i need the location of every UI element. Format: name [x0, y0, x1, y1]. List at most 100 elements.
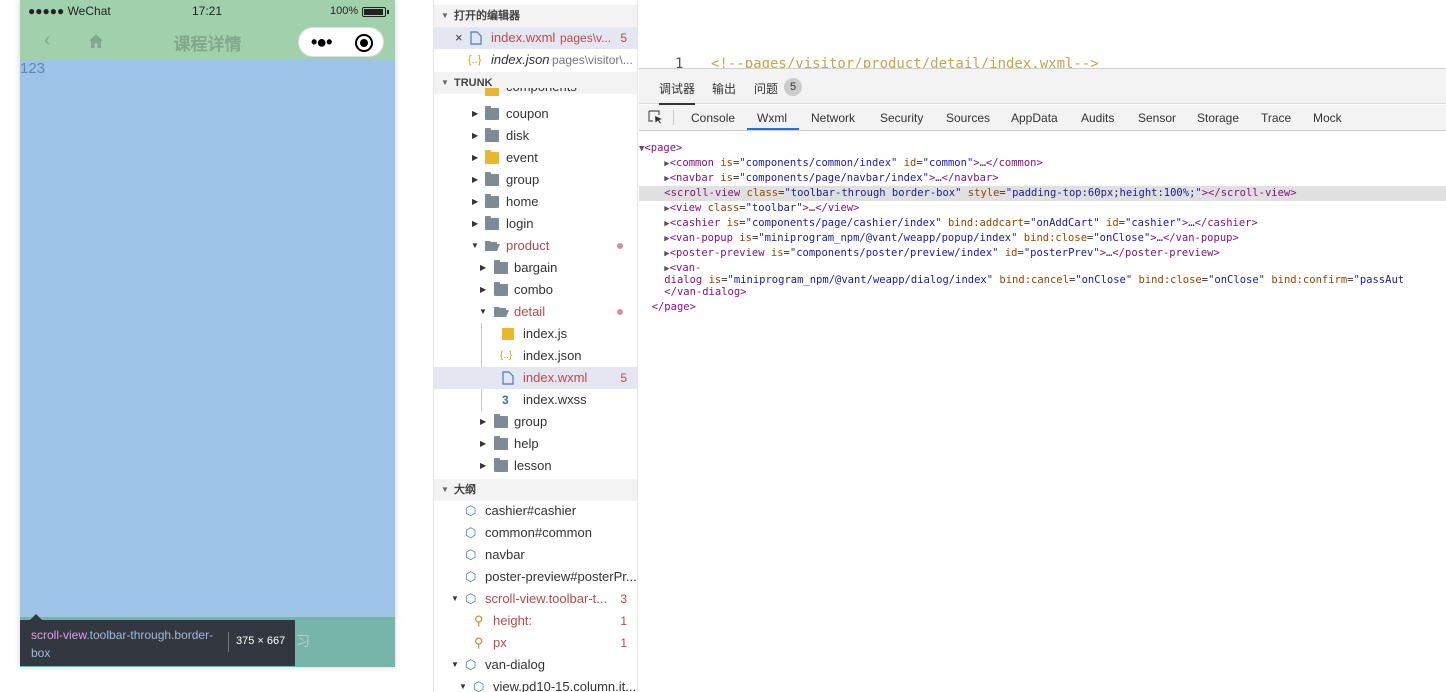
tab-mock[interactable]: Mock	[1313, 111, 1342, 125]
chevron-right-icon: ▶	[472, 175, 479, 184]
tree-folder-label: login	[506, 216, 534, 231]
tab-audits[interactable]: Audits	[1081, 111, 1114, 125]
simulator-screen[interactable]: ●●●●● WeChat 17:21 100% ‹ 课程详情 •●• 123 习	[20, 0, 395, 667]
outline-item[interactable]: ⬡ poster-preview#posterPr...	[434, 566, 637, 588]
chevron-right-icon: ▶	[480, 417, 487, 426]
tree-folder[interactable]: ▶ coupon	[434, 103, 637, 125]
tree-folder-label: product	[506, 238, 550, 253]
ide-window: ●●●●● WeChat 17:21 100% ‹ 课程详情 •●• 123 习…	[0, 0, 1446, 692]
outline-item[interactable]: ▼ ⬡ scroll-view.toolbar-t... 3	[434, 588, 637, 610]
status-time: 17:21	[192, 4, 223, 18]
element-picker-icon[interactable]	[648, 110, 663, 124]
tab-sources[interactable]: Sources	[946, 111, 990, 125]
tree-folder[interactable]: ▶ bargain	[434, 257, 637, 279]
tree-folder-open[interactable]: ▼ product	[434, 235, 637, 257]
more-icon[interactable]: •●•	[311, 33, 333, 51]
tree-folder[interactable]: ▶ lesson	[434, 455, 637, 477]
open-editor-item[interactable]: {..} index.json pages\visitor\...	[434, 49, 637, 71]
outline-item[interactable]: ⬡ navbar	[434, 544, 637, 566]
tree-folder[interactable]: components	[434, 88, 637, 100]
tree-folder-label: components	[506, 88, 577, 93]
outline-label: common#common	[485, 525, 592, 540]
dom-node-scroll-view[interactable]: <scroll-view class="toolbar-through bord…	[639, 186, 1446, 201]
cube-icon: ⬡	[465, 525, 477, 540]
tree-file[interactable]: index.wxml 5	[434, 367, 637, 389]
outline-item[interactable]: ⚲ height: 1	[434, 610, 637, 632]
code-editor[interactable]: 1 <!--pages/visitor/product/detail/index…	[639, 0, 1446, 68]
dom-node-poster-preview[interactable]: ▶<poster-preview is="components/poster/p…	[639, 246, 1446, 261]
problem-count: 3	[620, 592, 627, 606]
chevron-right-icon: ▶	[472, 131, 479, 140]
chevron-down-icon: ▼	[479, 307, 487, 316]
dom-node-navbar[interactable]: ▶<navbar is="components/page/navbar/inde…	[639, 171, 1446, 186]
tooltip-dimensions: 375 × 667	[236, 635, 286, 647]
tab-debugger[interactable]: 调试器	[659, 80, 696, 105]
tab-appdata[interactable]: AppData	[1011, 111, 1058, 125]
tab-console[interactable]: Console	[691, 111, 735, 125]
outline-label: height:	[493, 613, 533, 628]
open-editors-header[interactable]: ▼ 打开的编辑器	[434, 5, 637, 27]
tab-network[interactable]: Network	[811, 111, 855, 125]
tree-folder[interactable]: ▶ event	[434, 147, 637, 169]
outline-item[interactable]: ⚲ px 1	[434, 632, 637, 654]
tab-sensor[interactable]: Sensor	[1138, 111, 1176, 125]
property-icon: ⚲	[474, 613, 484, 628]
tree-folder[interactable]: ▶ disk	[434, 125, 637, 147]
wxml-tree: ▼<page> ▶<common is="components/common/i…	[639, 141, 1446, 486]
chevron-down-icon: ▼	[451, 660, 459, 669]
tree-file-label: index.js	[523, 326, 568, 341]
open-editor-item[interactable]: × index.wxml pages\v... 5	[434, 27, 637, 49]
tree-folder-label: home	[506, 194, 539, 209]
tree-folder-label: group	[514, 414, 548, 429]
outline-item[interactable]: ▼ ⬡ van-dialog	[434, 654, 637, 676]
tab-trace[interactable]: Trace	[1261, 111, 1291, 125]
chevron-right-icon: ▶	[472, 109, 479, 118]
tree-folder[interactable]: ▶ login	[434, 213, 637, 235]
tree-file[interactable]: 3 index.wxss	[434, 389, 637, 411]
tree-folder[interactable]: ▶ home	[434, 191, 637, 213]
tab-problems[interactable]: 问题	[754, 80, 778, 97]
folder-open-icon	[494, 307, 509, 317]
tree-folder-open[interactable]: ▼ detail	[434, 301, 637, 323]
dom-node-page[interactable]: ▼<page>	[639, 141, 1446, 156]
chevron-down-icon: ▼	[441, 485, 449, 494]
dom-node-van-dialog-close[interactable]: </van-dialog>	[639, 285, 1446, 300]
dom-node-common[interactable]: ▶<common is="components/common/index" id…	[639, 156, 1446, 171]
close-icon[interactable]: ×	[455, 27, 463, 49]
outline-header[interactable]: ▼ 大纲	[434, 479, 637, 501]
devtools-top-tabs: 调试器 输出 问题 5	[639, 69, 1446, 105]
outline-label: px	[493, 635, 507, 650]
cube-icon: ⬡	[465, 547, 477, 562]
open-editor-name: index.json	[491, 52, 550, 67]
dom-node-van-popup[interactable]: ▶<van-popup is="miniprogram_npm/@vant/we…	[639, 231, 1446, 246]
dom-node-page-close[interactable]: </page>	[639, 300, 1446, 315]
cube-icon: ⬡	[473, 679, 485, 692]
tree-file[interactable]: index.js	[434, 323, 637, 345]
code-line[interactable]: <!--pages/visitor/product/detail/index.w…	[711, 56, 1099, 68]
folder-icon	[485, 216, 499, 230]
content-text: 123	[20, 60, 46, 77]
dom-node-cashier[interactable]: ▶<cashier is="components/page/cashier/in…	[639, 216, 1446, 231]
folder-icon	[485, 194, 499, 208]
tree-folder[interactable]: ▶ combo	[434, 279, 637, 301]
folder-icon	[494, 260, 508, 274]
close-miniprogram-icon[interactable]	[355, 34, 373, 52]
chevron-down-icon: ▼	[459, 682, 467, 691]
dom-node-view[interactable]: ▶<view class="toolbar">…</view>	[639, 201, 1446, 216]
tree-folder[interactable]: ▶ group	[434, 411, 637, 433]
tab-wxml[interactable]: Wxml	[757, 111, 787, 125]
tree-file[interactable]: {..} index.json	[434, 345, 637, 367]
outline-label: cashier#cashier	[485, 503, 577, 518]
menu-capsule[interactable]: •●•	[298, 27, 384, 57]
modified-dot	[617, 243, 623, 249]
tab-security[interactable]: Security	[880, 111, 923, 125]
tree-folder-label: combo	[514, 282, 554, 297]
tree-folder[interactable]: ▶ help	[434, 433, 637, 455]
tree-folder[interactable]: ▶ group	[434, 169, 637, 191]
outline-item[interactable]: ⬡ cashier#cashier	[434, 500, 637, 522]
line-number: 1	[675, 56, 684, 68]
tab-storage[interactable]: Storage	[1197, 111, 1239, 125]
outline-item[interactable]: ⬡ common#common	[434, 522, 637, 544]
outline-item[interactable]: ▼ ⬡ view.pd10-15.column.it...	[434, 676, 637, 692]
tab-output[interactable]: 输出	[712, 80, 736, 97]
